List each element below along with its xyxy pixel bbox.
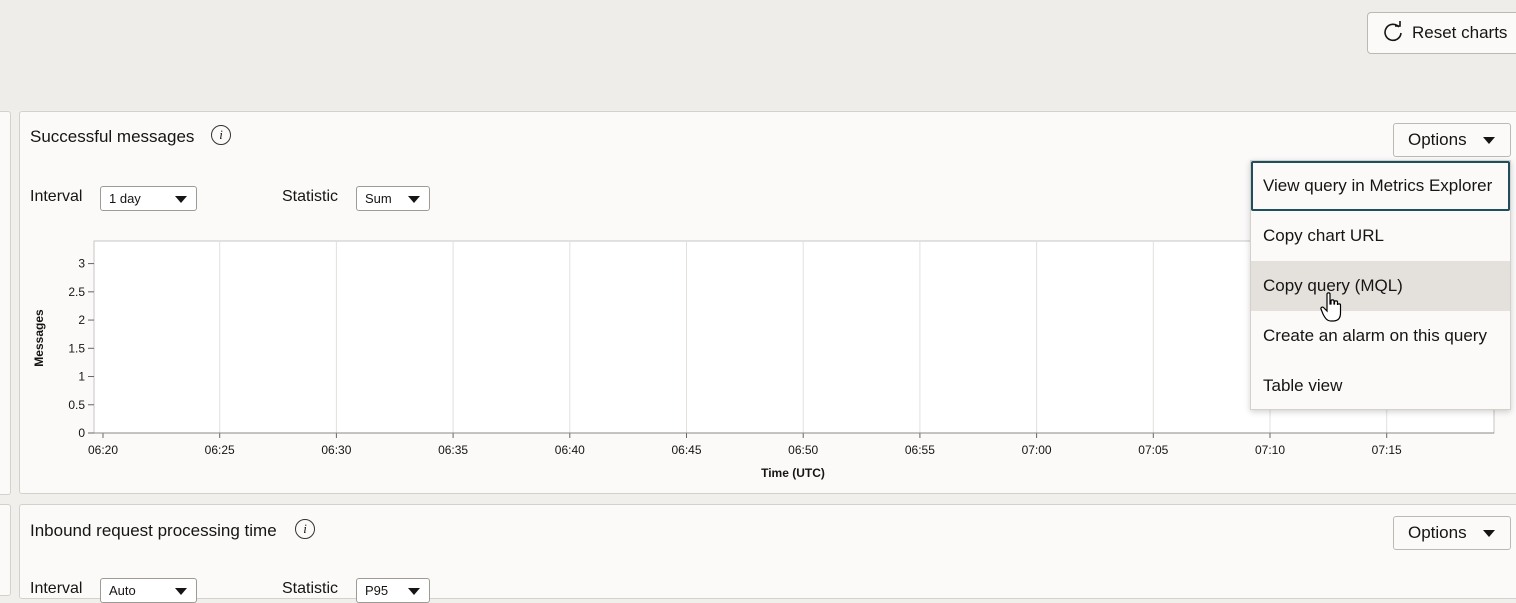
interval-value: Auto [109,583,136,598]
x-tick-label: 07:00 [1022,443,1052,457]
hand-cursor-icon [1320,292,1342,329]
menu-item-copy-chart-url[interactable]: Copy chart URL [1251,211,1510,261]
side-panel-edge [0,504,11,596]
menu-item-copy-query-mql[interactable]: Copy query (MQL) [1251,261,1510,311]
menu-item-create-alarm[interactable]: Create an alarm on this query [1251,311,1510,361]
page-background [0,0,1516,110]
y-tick-label: 3 [78,257,85,271]
x-tick-label: 06:40 [555,443,585,457]
refresh-icon [1382,20,1404,47]
reset-charts-button[interactable]: Reset charts [1367,12,1516,54]
y-tick-label: 1 [78,370,85,384]
chevron-down-icon [1482,529,1495,537]
y-tick-label: 2 [78,313,85,327]
x-tick-label: 07:15 [1372,443,1402,457]
x-tick-label: 06:30 [321,443,351,457]
y-tick-label: 2.5 [68,285,85,299]
options-button[interactable]: Options [1393,516,1511,550]
chevron-down-icon [175,588,187,595]
reset-charts-label: Reset charts [1412,23,1508,42]
x-tick-label: 06:45 [671,443,701,457]
y-tick-label: 0.5 [68,398,85,412]
x-tick-label: 07:10 [1255,443,1285,457]
interval-select[interactable]: Auto [100,578,197,603]
options-menu: View query in Metrics Explorer Copy char… [1250,160,1511,410]
x-tick-label: 06:35 [438,443,468,457]
menu-item-view-query[interactable]: View query in Metrics Explorer [1251,161,1510,211]
x-axis-label: Time (UTC) [761,466,825,480]
y-axis-label: Messages [32,309,46,367]
x-tick-label: 06:55 [905,443,935,457]
statistic-select[interactable]: P95 [356,578,430,603]
chevron-down-icon [408,588,420,595]
info-icon[interactable]: i [295,519,315,539]
y-tick-label: 0 [78,426,85,440]
y-tick-label: 1.5 [68,341,85,355]
inbound-processing-time-panel: Inbound request processing time i Option… [19,504,1516,603]
x-tick-label: 06:50 [788,443,818,457]
x-tick-label: 06:20 [88,443,118,457]
side-panel-edge [0,111,11,495]
menu-item-table-view[interactable]: Table view [1251,361,1510,411]
statistic-label: Statistic [282,580,339,597]
options-label: Options [1408,523,1467,542]
interval-label: Interval [30,580,83,597]
x-tick-label: 06:25 [205,443,235,457]
panel-title: Inbound request processing time [30,521,277,540]
statistic-value: P95 [365,583,389,598]
x-tick-label: 07:05 [1138,443,1168,457]
